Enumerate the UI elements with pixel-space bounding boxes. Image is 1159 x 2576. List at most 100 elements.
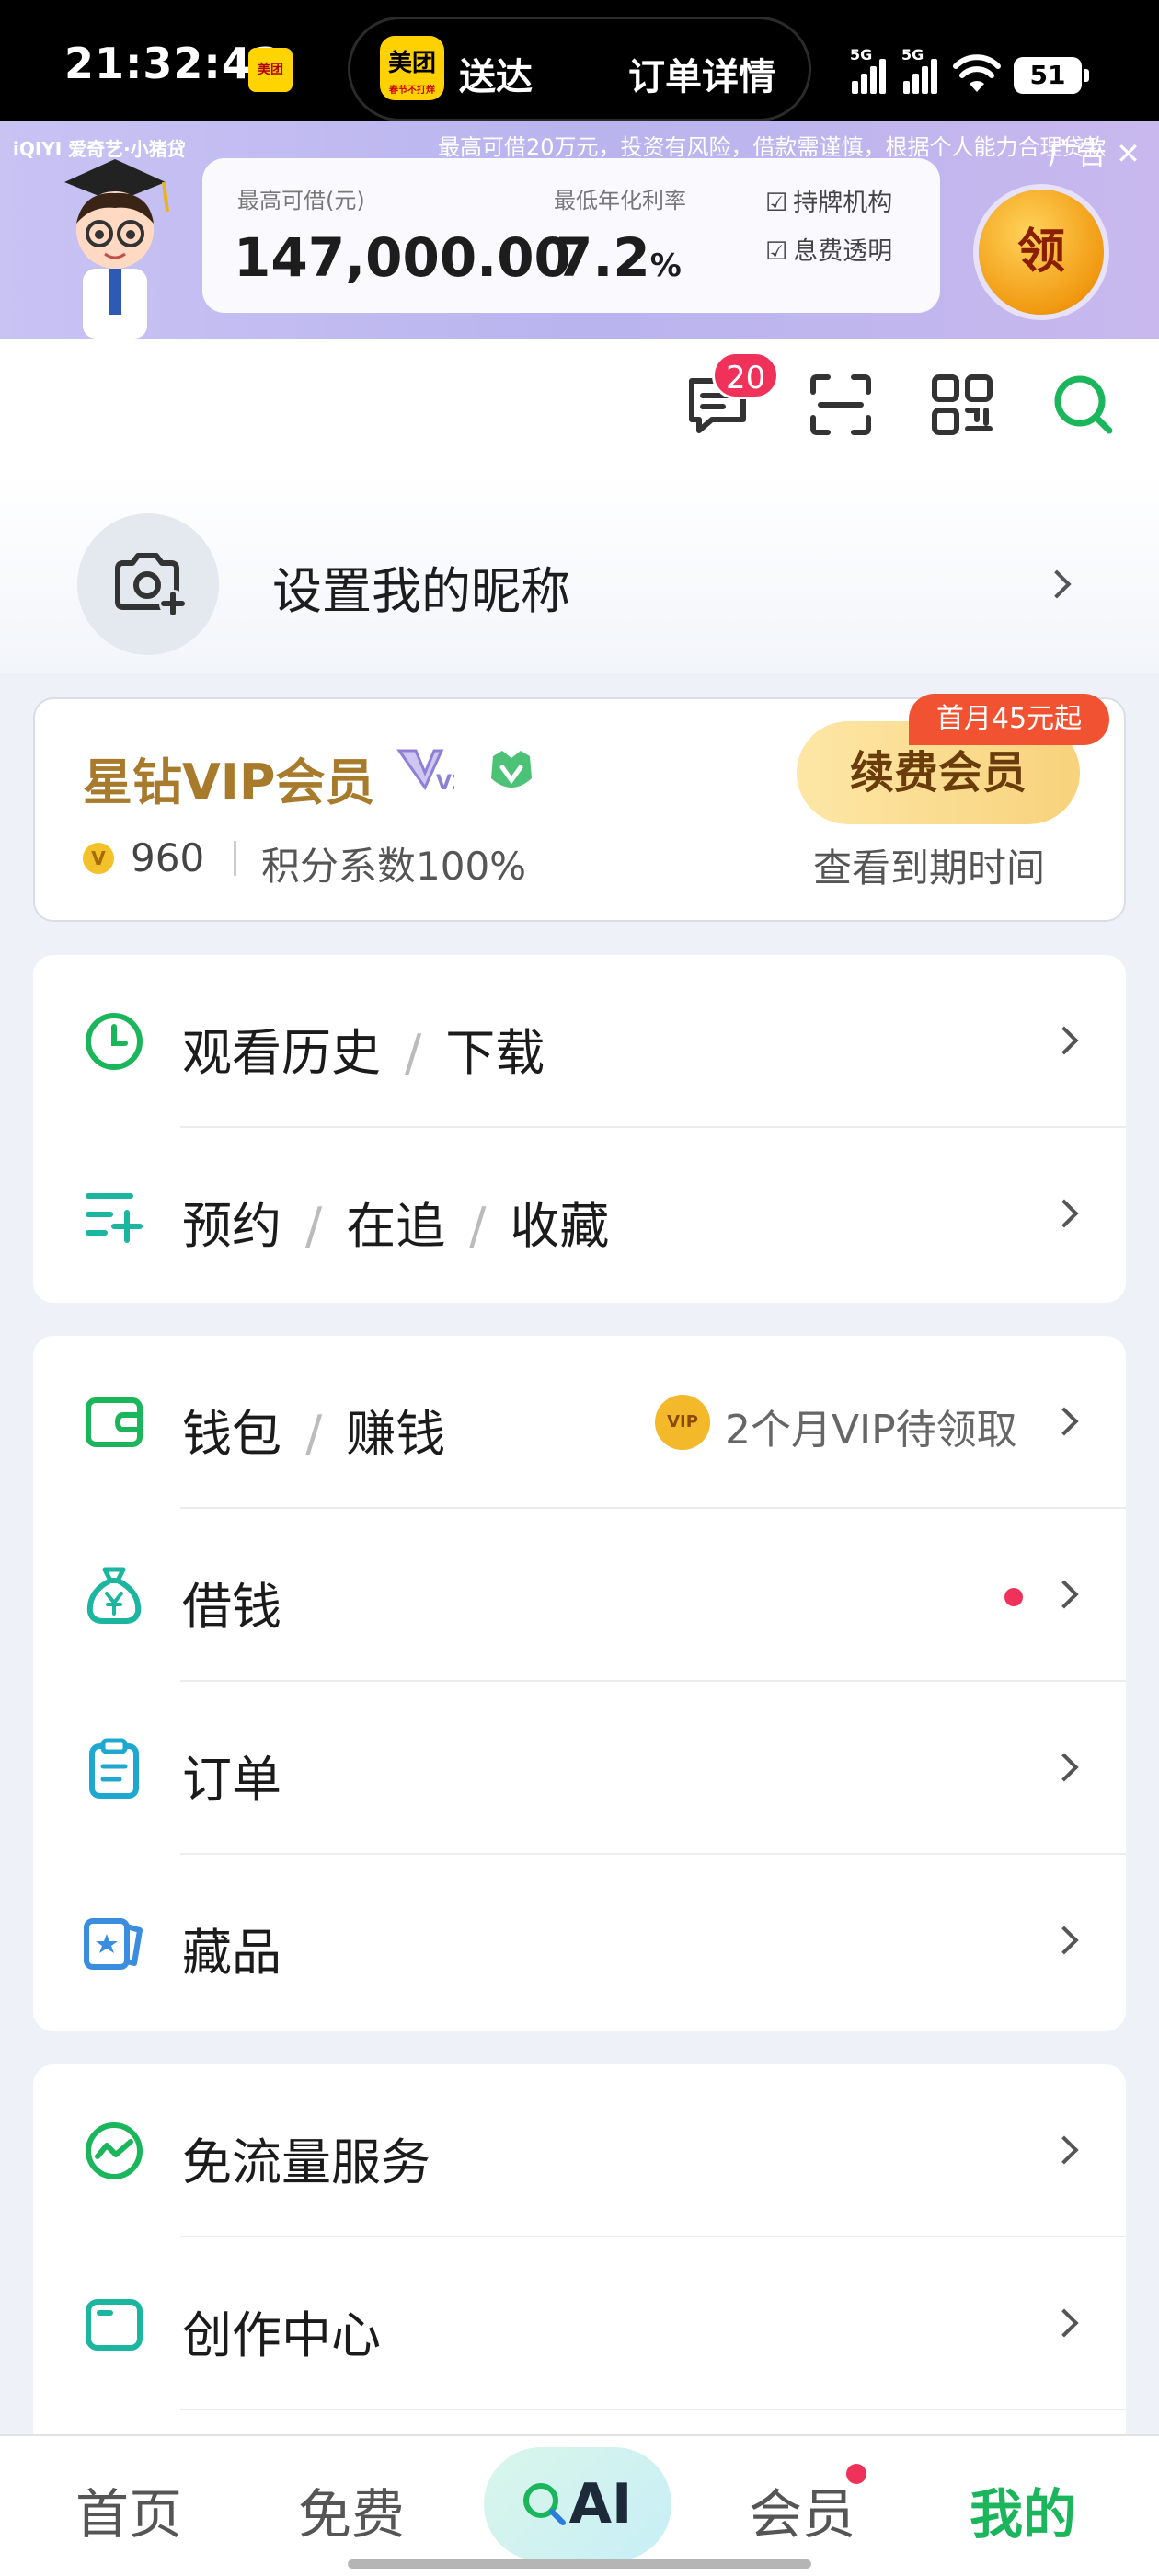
divider [234,841,236,876]
rate-value-wrap: 7.2% [556,226,682,289]
ad-close-button[interactable]: 广告 ✕ [1048,131,1141,173]
bottom-navigation: 首页 免费 AI 会员 我的 [0,2434,1159,2576]
ad-disclaimer: 最高可借20万元，投资有风险，借款需谨慎，根据个人能力合理贷款 [438,134,1107,160]
network-type-2: 5G [901,46,924,63]
rate-label: 最低年化利率 [554,188,686,213]
wifi-icon [953,54,1001,92]
meituan-logo-subtext: 春节不打烊 [389,86,435,96]
loan-offer-card[interactable]: 最高可借(元) 147,000.00 最低年化利率 7.2% ☑ 持牌机构 ☑ 息费… [202,158,940,313]
points-value: 960 [131,835,205,880]
meituan-logo-text: 美团 [387,50,436,77]
creator-center-label: 创作中心 [182,2306,381,2364]
order-detail-link[interactable]: 订单详情 [628,47,775,100]
ad-check-item: ☑ 息费透明 [765,231,892,267]
renew-promo-tag: 首月45元起 [909,694,1109,745]
menu-label: 预约 / 在追 / 收藏 [182,1197,610,1255]
search-icon[interactable] [1050,372,1117,438]
check-text-1: 持牌机构 [793,189,893,217]
ad-check-list: ☑ 持牌机构 ☑ 息费透明 [765,182,892,280]
chevron-right-icon [1050,1407,1079,1436]
menu-item-history-download[interactable]: 观看历史 / 下载 [33,955,1126,1128]
tab-ai[interactable]: AI [484,2447,671,2561]
profile-header[interactable]: 设置我的昵称 [0,471,1159,673]
chevron-right-icon [1050,2308,1079,2338]
meituan-logo-icon: 美团 春节不打烊 [380,36,444,100]
rate-value: 7.2 [556,226,650,289]
view-expiry-link[interactable]: 查看到期时间 [813,837,1045,893]
vip-coin-icon: VIP [655,1395,710,1450]
menu-item-data-free[interactable]: 免流量服务 [33,2064,1126,2237]
green-vip-badge-icon [491,751,532,788]
wallet-icon [86,1397,143,1447]
chevron-right-icon [1042,569,1072,599]
notification-dot [1004,1588,1023,1606]
tab-home[interactable]: 首页 [75,2471,182,2548]
menu-item-creator-center[interactable]: 创作中心 [33,2237,1126,2410]
vip-title: 星钻VIP会员 [83,753,375,811]
borrow-label: 借钱 [182,1578,281,1636]
home-indicator[interactable] [348,2559,811,2569]
points-ratio: 积分系数100% [261,844,527,889]
creator-icon [86,2299,143,2351]
checkbox-icon: ☑ [765,237,788,266]
menu-item-wallet[interactable]: 钱包 / 赚钱 VIP 2个月VIP待领取 [33,1336,1126,1509]
orders-label: 订单 [182,1751,281,1809]
menu-group-history: 观看历史 / 下载 预约 / 在追 / 收藏 [33,955,1126,1303]
max-loan-label: 最高可借(元) [237,188,365,213]
vip-level-text: V2 [436,772,454,793]
notification-dot [846,2464,866,2484]
network-type-1: 5G [850,46,873,63]
card-star-icon [84,1918,143,1970]
points-coin-icon: V [83,843,114,874]
mascot-illustration [64,159,169,339]
cellular-signal-icon: 5G [850,46,889,94]
loan-ad-banner[interactable]: iQIYI 爱奇艺·小猪贷 最高可借20万元，投资有风险，借款需谨慎，根据个人能… [0,121,1159,339]
clipboard-icon [89,1738,139,1799]
claim-button[interactable]: 领 [979,190,1104,315]
earn-link[interactable]: 赚钱 [346,1405,445,1463]
qr-code-icon[interactable] [929,372,995,438]
live-activity-island[interactable]: 美团 春节不打烊 送达 订单详情 [348,17,811,121]
chevron-right-icon [1050,1199,1079,1228]
tab-free[interactable]: 免费 [298,2471,405,2548]
menu-item-borrow[interactable]: 借钱 [33,1509,1126,1682]
avatar-upload[interactable] [77,513,219,655]
menu-label: 观看历史 / 下载 [182,1024,545,1082]
menu-group-wallet: 钱包 / 赚钱 VIP 2个月VIP待领取 借钱 订单 藏品 [33,1336,1126,2031]
top-toolbar: 20 [0,339,1159,471]
menu-item-orders[interactable]: 订单 [33,1682,1126,1855]
tab-vip[interactable]: 会员 [749,2471,855,2548]
max-loan-value: 147,000.00 [234,226,571,289]
vip-promo-text[interactable]: 2个月VIP待领取 [725,1397,1017,1455]
favorites-link[interactable]: 收藏 [510,1197,609,1255]
chevron-right-icon [1050,1926,1079,1955]
following-link[interactable]: 在追 [346,1197,445,1255]
menu-item-collectibles[interactable]: 藏品 [33,1855,1126,2028]
menu-item-reserve-follow-fav[interactable]: 预约 / 在追 / 收藏 [33,1128,1126,1301]
status-icons: 5G 5G 51 [850,42,1089,94]
scan-icon[interactable] [808,372,874,438]
chevron-right-icon [1050,1026,1079,1055]
menu-label: 钱包 / 赚钱 [182,1405,446,1463]
ai-search-icon [523,2483,566,2525]
cellular-signal-icon-2: 5G [901,46,940,94]
rate-unit: % [649,247,682,284]
chevron-right-icon [1050,1580,1079,1609]
collectibles-label: 藏品 [182,1924,281,1982]
checkbox-icon: ☑ [765,189,788,217]
history-link[interactable]: 观看历史 [182,1024,381,1082]
message-badge: 20 [712,351,780,399]
download-link[interactable]: 下载 [445,1024,545,1082]
chevron-right-icon [1050,2135,1079,2165]
status-bar: 21:32:43 美团 美团 春节不打烊 送达 订单详情 5G 5G 51 [0,0,1159,121]
list-add-icon [86,1193,143,1243]
wallet-link[interactable]: 钱包 [182,1405,281,1463]
set-nickname-label: 设置我的昵称 [272,562,570,620]
meituan-app-icon: 美团 [248,48,293,92]
divider [180,2409,1126,2410]
vip-membership-card[interactable]: 星钻VIP会员 V2 V 960 积分系数100% 续费会员 首月45元起 查看… [33,694,1126,922]
battery-icon: 51 [1014,57,1089,94]
tab-mine[interactable]: 我的 [970,2471,1076,2548]
reserve-link[interactable]: 预约 [182,1197,281,1255]
ad-check-item: ☑ 持牌机构 [765,182,892,218]
